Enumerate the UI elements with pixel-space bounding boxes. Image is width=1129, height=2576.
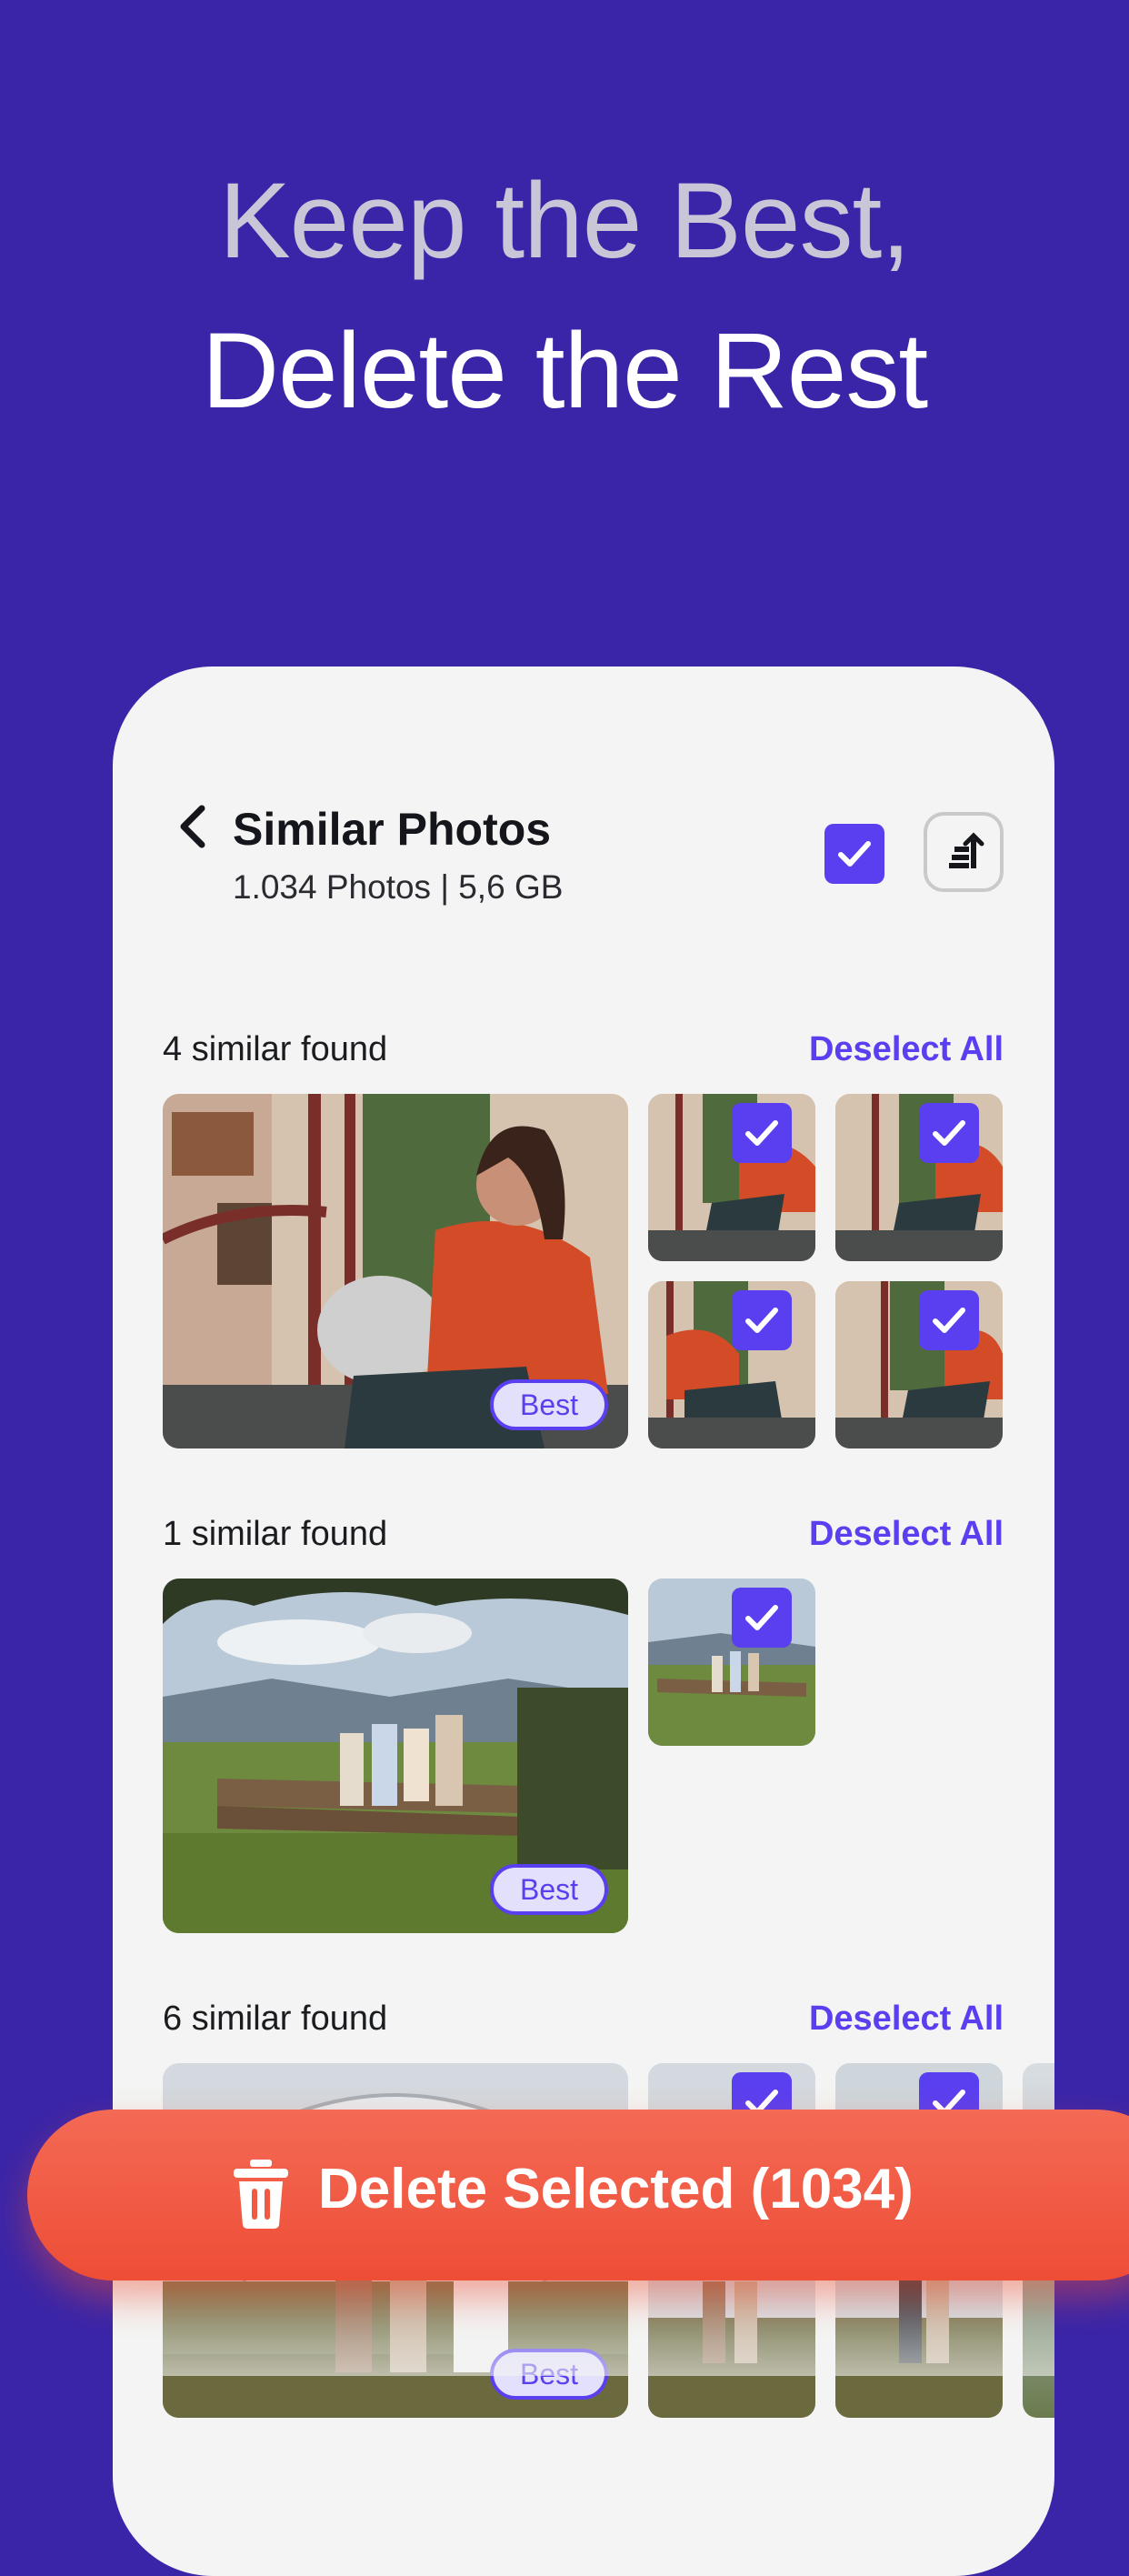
group-3-label: 6 similar found [163, 2000, 388, 2038]
headline-line-1: Keep the Best, [218, 161, 911, 281]
best-badge: Best [490, 1864, 608, 1915]
headline-line-2: Delete the Rest [201, 311, 928, 431]
phone-screen: Similar Photos 1.034 Photos | 5,6 GB 4 s… [113, 667, 1054, 2576]
sort-icon [949, 832, 984, 868]
delete-selected-button[interactable]: Delete Selected (1034) [27, 2110, 1129, 2280]
photo-select-checkbox[interactable] [732, 1103, 792, 1163]
group-1-thumb-3[interactable] [648, 1281, 815, 1448]
sort-button[interactable] [924, 812, 1004, 892]
group-2-deselect-all[interactable]: Deselect All [809, 1515, 1004, 1554]
select-all-checkbox[interactable] [824, 824, 884, 884]
group-2-thumb-1[interactable] [648, 1579, 815, 1746]
page-subtitle: 1.034 Photos | 5,6 GB [233, 868, 564, 906]
best-badge: Best [490, 1379, 608, 1430]
group-1-label: 4 similar found [163, 1030, 388, 1068]
group-2-best-photo[interactable]: Best [163, 1579, 628, 1933]
delete-selected-label: Delete Selected (1034) [318, 2158, 914, 2220]
checkmark-icon [745, 1308, 778, 1333]
checkmark-icon [745, 1120, 778, 1146]
group-1-best-photo[interactable]: Best [163, 1094, 628, 1448]
checkmark-icon [745, 1605, 778, 1630]
group-1-deselect-all[interactable]: Deselect All [809, 1030, 1004, 1069]
group-2-label: 1 similar found [163, 1515, 388, 1553]
photo-select-checkbox[interactable] [919, 1290, 979, 1350]
group-1-thumb-4[interactable] [835, 1281, 1003, 1448]
photo-select-checkbox[interactable] [919, 1103, 979, 1163]
checkmark-icon [933, 1120, 965, 1146]
checkmark-icon [838, 841, 871, 867]
trash-icon [234, 2160, 288, 2229]
group-1-thumb-2[interactable] [835, 1094, 1003, 1261]
page-title: Similar Photos [233, 804, 552, 855]
photo-select-checkbox[interactable] [732, 1290, 792, 1350]
group-1-thumb-1[interactable] [648, 1094, 815, 1261]
photo-select-checkbox[interactable] [732, 1588, 792, 1648]
scroll-fade [113, 2285, 1054, 2376]
chevron-left-icon[interactable] [175, 803, 211, 850]
group-3-deselect-all[interactable]: Deselect All [809, 2000, 1004, 2039]
checkmark-icon [933, 1308, 965, 1333]
